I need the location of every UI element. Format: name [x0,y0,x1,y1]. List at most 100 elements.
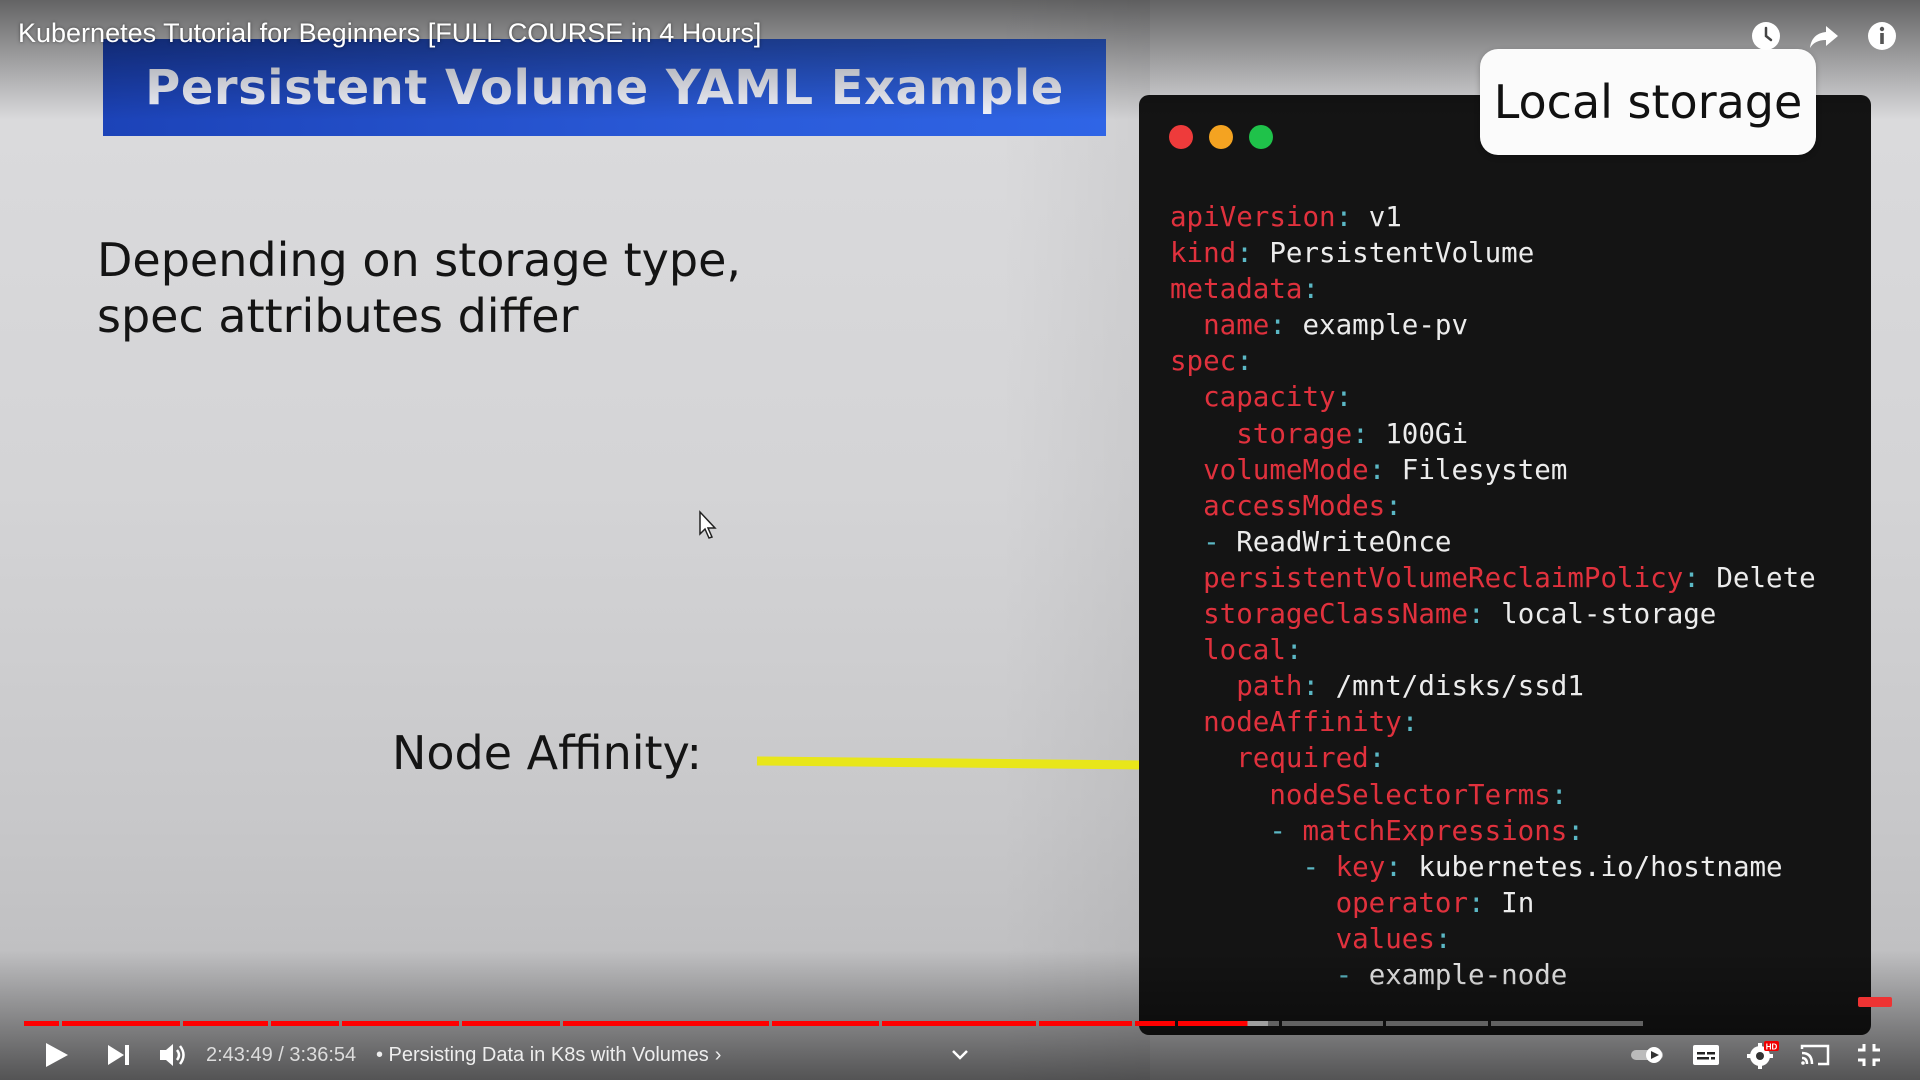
code-key: kind [1170,237,1237,270]
code-line: kind: PersistentVolume [1170,235,1816,271]
progress-segment[interactable] [1135,1021,1175,1026]
code-line: path: /mnt/disks/ssd1 [1170,668,1816,704]
code-punct: : [1468,886,1485,919]
code-window: apiVersion: v1 kind: PersistentVolume meta… [1139,95,1871,1035]
progress-segment[interactable] [1386,1021,1488,1026]
slide-text-line1: Depending on storage type, [97,233,741,287]
code-key: required [1170,742,1369,775]
code-punct: : [1352,417,1369,450]
progress-segment[interactable] [772,1021,879,1026]
minimize-dot-icon [1209,125,1233,149]
code-line: metadata: [1170,271,1816,307]
code-line: - key: kubernetes.io/hostname [1170,849,1816,885]
progress-bar[interactable] [24,1021,1896,1026]
code-line: apiVersion: v1 [1170,199,1816,235]
code-key: nodeSelectorTerms [1170,778,1551,811]
progress-segment[interactable] [462,1021,560,1026]
subtitles-button[interactable] [1692,1035,1720,1075]
progress-segment[interactable] [1039,1021,1132,1026]
play-button[interactable] [44,1035,70,1075]
chapter-dropdown-icon [952,1050,968,1060]
player-controls: 2:43:49 / 3:36:54 • Persisting Data in K… [0,1035,1920,1075]
code-key: path [1170,670,1303,703]
progress-segment[interactable] [24,1021,59,1026]
code-value: ReadWriteOnce [1236,525,1452,558]
exit-fullscreen-button[interactable] [1856,1035,1882,1075]
code-line: - example-node [1170,957,1816,993]
code-punct: : [1285,634,1303,667]
code-key: operator [1170,886,1469,919]
code-punct: : [1468,598,1485,631]
code-line: name: example-pv [1170,307,1816,343]
code-punct: : [1335,201,1353,233]
code-key: volumeMode [1170,453,1369,486]
code-line: values: [1170,921,1816,957]
code-line: storageClassName: local-storage [1170,596,1816,632]
code-value: local-storage [1484,598,1717,631]
cast-icon [1800,1044,1830,1066]
code-value: Delete [1699,561,1816,594]
info-icon[interactable] [1864,18,1900,54]
code-punct: : [1302,670,1320,703]
share-icon[interactable] [1806,18,1842,54]
cast-button[interactable] [1800,1035,1830,1075]
subtitles-icon [1693,1045,1719,1065]
code-punct: : [1434,922,1452,955]
volume-icon [160,1044,185,1066]
code-line: nodeSelectorTerms: [1170,777,1816,813]
code-punct: : [1302,273,1320,306]
code-punct: : [1683,561,1700,594]
video-title[interactable]: Kubernetes Tutorial for Beginners [FULL … [18,18,761,49]
progress-segment[interactable] [882,1021,1036,1026]
top-icons [1748,18,1900,54]
code-punct: - [1170,850,1336,883]
code-key: values [1170,922,1435,955]
volume-button[interactable] [158,1035,188,1075]
yellow-arrow-icon [756,753,1173,777]
slide-text-line2: spec attributes differ [97,289,579,343]
progress-segment[interactable] [1178,1021,1279,1026]
window-controls [1169,125,1273,149]
code-line: persistentVolumeReclaimPolicy: Delete [1170,560,1816,596]
progress-segment[interactable] [1282,1021,1383,1026]
settings-hd-icon: HD [1747,1041,1779,1069]
current-time: 2:43:49 [206,1043,273,1066]
chapter-dropdown-button[interactable] [950,1035,970,1075]
code-key: metadata [1170,273,1303,306]
code-value: example-node [1368,958,1568,991]
code-line: local: [1170,632,1816,668]
watch-later-icon[interactable] [1748,18,1784,54]
play-icon [46,1043,68,1067]
progress-segment[interactable] [1491,1021,1643,1026]
code-value: 100Gi [1368,417,1469,450]
code-punct: : [1385,489,1402,522]
progress-segment[interactable] [563,1021,769,1026]
progress-segment[interactable] [183,1021,268,1026]
code-punct: : [1385,850,1402,883]
chapter-title: • Persisting Data in K8s with Volumes [376,1043,709,1066]
code-punct: : [1550,778,1568,811]
code-line: volumeMode: Filesystem [1170,452,1816,488]
yaml-code-block: apiVersion: v1 kind: PersistentVolume meta… [1170,199,1816,993]
progress-segment[interactable] [271,1021,339,1026]
slide-shade [1000,0,1150,1080]
code-key: key [1335,850,1386,883]
code-punct: : [1269,309,1286,342]
autoplay-toggle[interactable] [1630,1035,1664,1075]
code-punct: : [1236,345,1253,378]
duration: 3:36:54 [289,1043,357,1066]
progress-segment[interactable] [62,1021,180,1026]
chapter-button[interactable]: • Persisting Data in K8s with Volumes › [376,1035,721,1075]
slide-title: Persistent Volume YAML Example [145,59,1064,116]
code-key: matchExpressions [1302,814,1568,847]
code-key: local [1170,634,1286,667]
code-line: capacity: [1170,379,1816,415]
chapter-chevron-icon: › [714,1043,722,1066]
node-affinity-label: Node Affinity: [392,726,702,780]
next-button[interactable] [106,1035,132,1075]
settings-button[interactable]: HD [1746,1035,1780,1075]
slide-description: Depending on storage type, spec attribut… [97,232,741,344]
code-value: example-pv [1285,309,1469,342]
progress-segment[interactable] [342,1021,459,1026]
code-value: kubernetes.io/hostname [1401,850,1783,883]
